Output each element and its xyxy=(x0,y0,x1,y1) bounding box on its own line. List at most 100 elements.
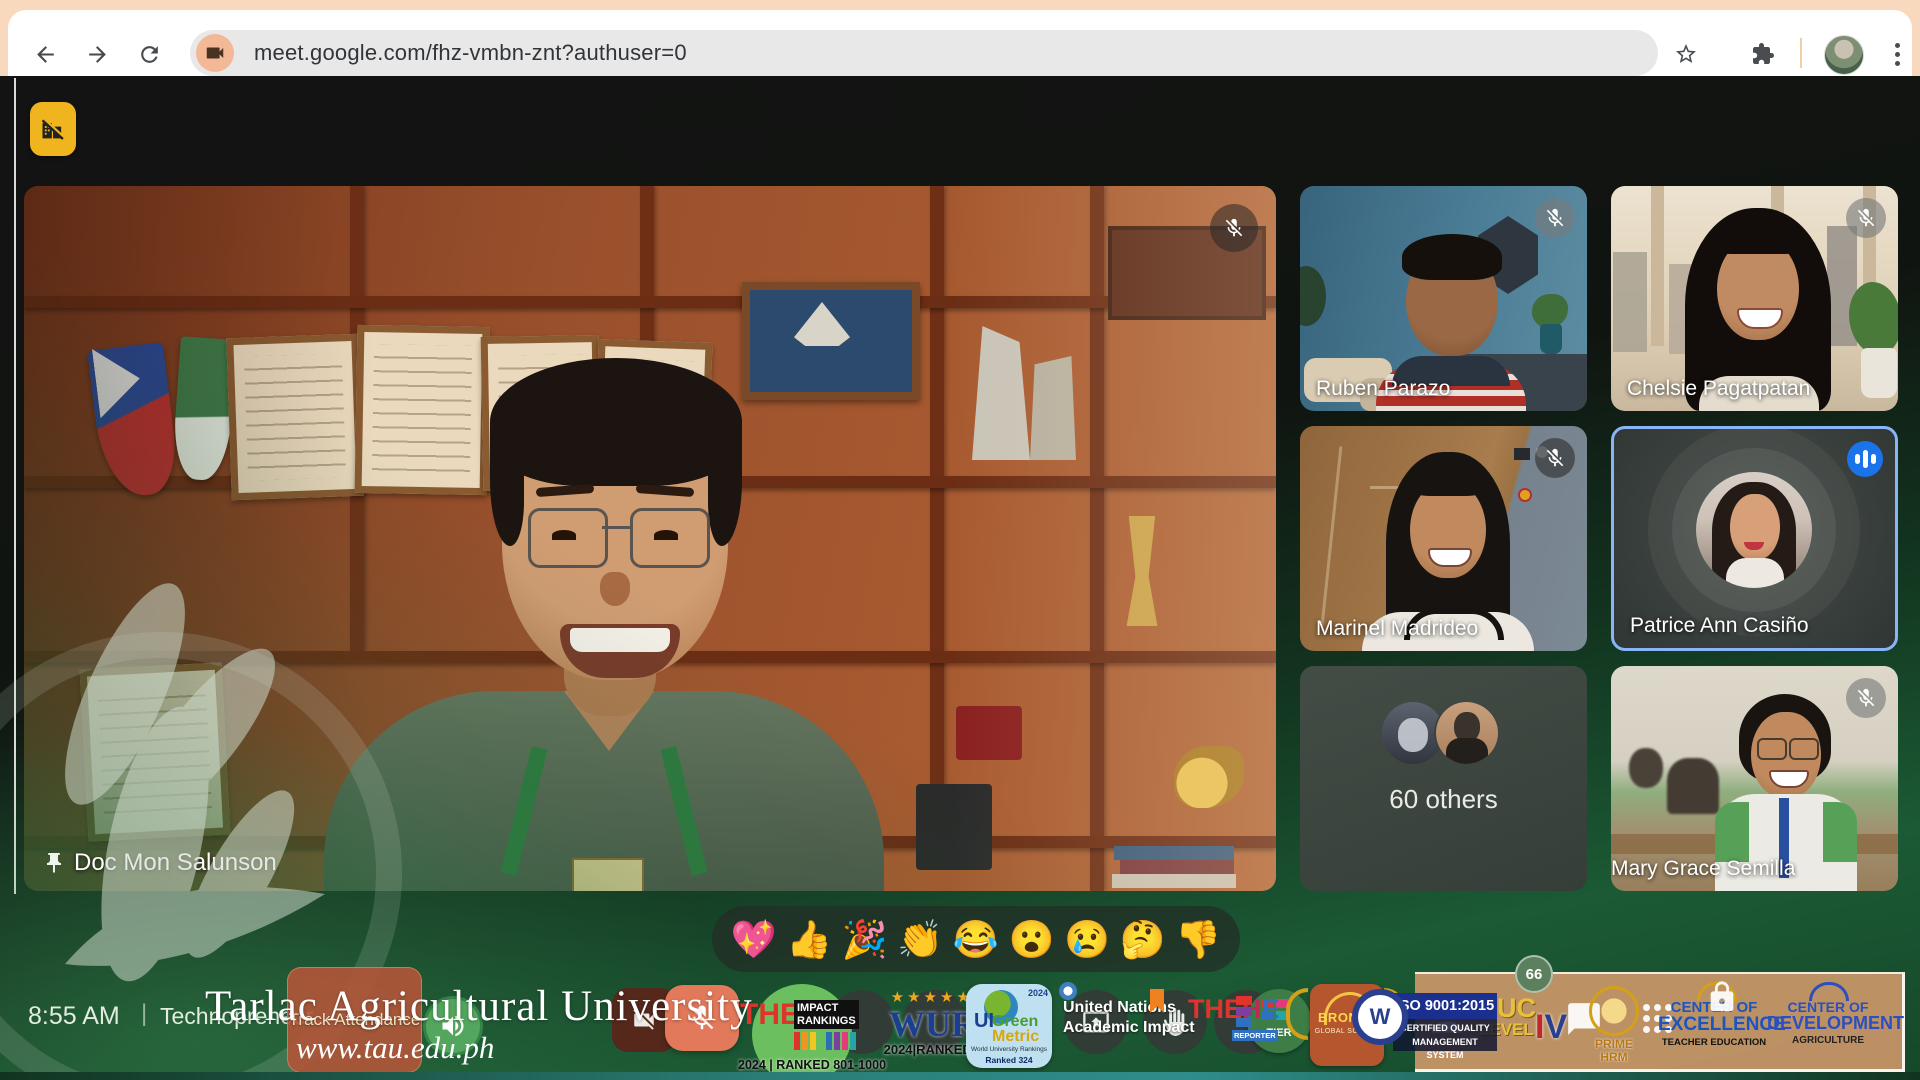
glasses xyxy=(1757,738,1787,760)
jacket-green-shoulder xyxy=(1715,802,1749,862)
cabinet-sticker xyxy=(1518,488,1532,502)
browser-frame: meet.google.com/fhz-vmbn-znt?authuser=0 xyxy=(0,0,1920,76)
iso-9001-label: ISO 9001:2015 xyxy=(1393,993,1497,1019)
un-academic-impact-logo: United Nations Academic Impact xyxy=(1063,998,1195,1038)
id-badge xyxy=(572,858,644,891)
reload-icon xyxy=(137,42,162,67)
back-button[interactable] xyxy=(26,35,64,73)
teeth xyxy=(570,628,670,652)
trophy xyxy=(1120,516,1164,626)
reaction-joy[interactable]: 😂 xyxy=(953,921,999,958)
glass-award xyxy=(972,326,1030,460)
left-edge-line xyxy=(14,78,16,894)
participant-count-badge: 66 xyxy=(1515,955,1553,993)
bottom-edge-strip xyxy=(0,1072,1920,1080)
certificate-frame xyxy=(226,334,364,501)
certificate-frame xyxy=(80,662,231,841)
door-streak xyxy=(1321,446,1343,625)
plant xyxy=(1532,294,1568,328)
video-tile-patrice-speaking[interactable]: Patrice Ann Casiño xyxy=(1611,426,1898,651)
mic-off-icon xyxy=(1544,447,1566,469)
mute-status-indicator xyxy=(1846,678,1886,718)
university-name-overlay: Tarlac Agricultural University xyxy=(205,982,753,1031)
back-icon xyxy=(33,42,58,67)
plant-pot xyxy=(1861,348,1897,398)
bookmark-button[interactable] xyxy=(1669,37,1703,71)
the-reporter-logo: THEHE REPORTER xyxy=(1188,994,1280,1025)
participant-name-main: Doc Mon Salunson xyxy=(42,849,277,877)
stacked-avatar xyxy=(1434,702,1498,764)
mute-status-indicator xyxy=(1535,438,1575,478)
camera-in-use-indicator[interactable] xyxy=(196,34,234,72)
student-silhouette xyxy=(1629,748,1663,788)
meet-page: Doc Mon Salunson Ruben Parazo xyxy=(0,76,1920,1080)
dark-box xyxy=(916,784,992,870)
mute-status-indicator xyxy=(1846,198,1886,238)
extension-overlay-button[interactable] xyxy=(30,102,76,156)
hair xyxy=(490,358,742,486)
video-tile-main[interactable]: Doc Mon Salunson xyxy=(24,186,1276,891)
video-tile-marinel[interactable]: Marinel Madrideo xyxy=(1300,426,1587,651)
lock-icon[interactable] xyxy=(1705,980,1739,1014)
toolbar-divider xyxy=(1800,38,1802,68)
student-silhouette xyxy=(1667,758,1719,814)
mic-off-icon xyxy=(1855,687,1877,709)
reactions-bar: 💖 👍 🎉 👏 😂 😮 😢 🤔 👎 xyxy=(712,906,1240,972)
participant-name: Mary Grace Semilla xyxy=(1611,857,1898,881)
reaction-cry[interactable]: 😢 xyxy=(1064,921,1110,958)
video-tile-ruben[interactable]: Ruben Parazo xyxy=(1300,186,1587,411)
browser-toolbar: meet.google.com/fhz-vmbn-znt?authuser=0 xyxy=(8,10,1912,77)
participant-name: Patrice Ann Casiño xyxy=(1630,614,1809,638)
mute-status-indicator xyxy=(1535,198,1575,238)
audio-level-indicator xyxy=(1847,441,1883,477)
participant-name: Chelsie Pagatpatan xyxy=(1627,377,1810,401)
videocam-icon xyxy=(204,42,226,64)
person-hair xyxy=(1402,234,1502,280)
eye xyxy=(552,530,576,540)
glasses xyxy=(1789,738,1819,760)
the-impact-rankings-logo: THEHE IMPACTRANKINGS 2024 | RANKED 801-1… xyxy=(752,984,852,1080)
certificate-frame xyxy=(355,325,490,495)
video-tile-chelsie[interactable]: Chelsie Pagatpatan xyxy=(1611,186,1898,411)
iso-subtitle: CERTIFIED QUALITYMANAGEMENT SYSTEM xyxy=(1393,1019,1497,1051)
extensions-button[interactable] xyxy=(1746,37,1780,71)
reaction-thumbs-down[interactable]: 👎 xyxy=(1175,921,1221,958)
participant-name: Marinel Madrideo xyxy=(1316,617,1478,641)
ui-greenmetric-logo: 2024 UI Green Metric World University Ra… xyxy=(966,984,1052,1068)
window-frame xyxy=(1651,186,1664,346)
cabinet-sticker xyxy=(1514,448,1530,460)
forward-button[interactable] xyxy=(78,35,116,73)
reaction-clap[interactable]: 👏 xyxy=(897,921,943,958)
video-tile-others[interactable]: 60 others xyxy=(1300,666,1587,891)
extensions-puzzle-icon xyxy=(1751,42,1775,66)
mic-off-icon xyxy=(1855,207,1877,229)
center-of-development-badge: CENTER OF DEVELOPMENT AGRICULTURE xyxy=(1767,1000,1889,1046)
mute-status-indicator xyxy=(1210,204,1258,252)
reaction-party[interactable]: 🎉 xyxy=(842,921,888,958)
building xyxy=(1613,252,1647,352)
pin-icon xyxy=(42,851,66,875)
participant-name: Ruben Parazo xyxy=(1316,377,1450,401)
red-box xyxy=(956,706,1022,760)
profile-photo-avatar xyxy=(1696,472,1812,588)
clock-text: 8:55 AM xyxy=(28,1002,120,1031)
browser-menu-button[interactable] xyxy=(1888,36,1906,72)
url-text: meet.google.com/fhz-vmbn-znt?authuser=0 xyxy=(254,40,687,66)
reaction-thumbs-up[interactable]: 👍 xyxy=(786,921,832,958)
video-tile-mary[interactable]: Mary Grace Semilla xyxy=(1611,666,1898,891)
reaction-thinking[interactable]: 🤔 xyxy=(1120,921,1166,958)
un-emblem xyxy=(1059,982,1077,1000)
eye xyxy=(654,530,678,540)
reaction-heart[interactable]: 💖 xyxy=(731,921,777,958)
address-bar[interactable]: meet.google.com/fhz-vmbn-znt?authuser=0 xyxy=(190,30,1658,76)
book-stack xyxy=(1114,846,1234,860)
prime-hrm-badge: PRIMEHRM xyxy=(1587,986,1641,1063)
reload-button[interactable] xyxy=(130,35,168,73)
status-divider: | xyxy=(141,1000,147,1028)
reaction-surprised[interactable]: 😮 xyxy=(1008,921,1054,958)
buildings-off-icon xyxy=(39,115,67,143)
mic-off-icon xyxy=(1223,217,1245,239)
profile-avatar[interactable] xyxy=(1824,35,1864,75)
glass-award xyxy=(1030,356,1076,460)
mic-off-icon xyxy=(1544,207,1566,229)
